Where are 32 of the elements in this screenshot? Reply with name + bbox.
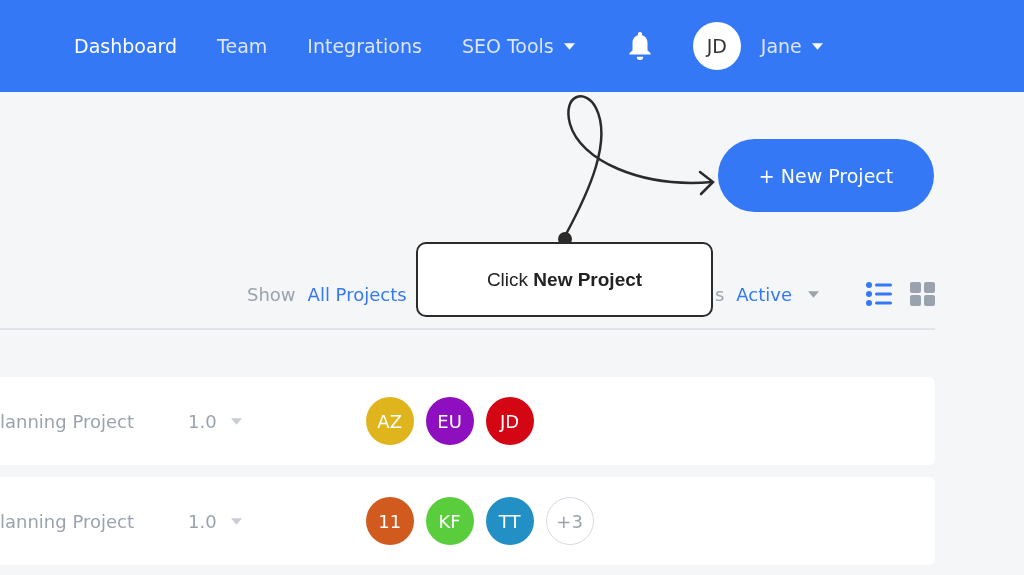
version-dropdown[interactable]: 1.0 [188, 510, 217, 532]
grid-view-icon[interactable] [910, 282, 935, 306]
project-row[interactable]: lanning Project 1.0 AZ EU JD [0, 377, 935, 465]
project-row[interactable]: lanning Project 1.0 11 KF TT +3 [0, 477, 935, 565]
version-dropdown[interactable]: 1.0 [188, 410, 217, 432]
bell-icon[interactable] [626, 31, 653, 61]
member-avatar: KF [425, 497, 474, 545]
member-avatar: TT [485, 497, 534, 545]
filter-dropdown[interactable]: All Projects [307, 283, 407, 305]
nav-link[interactable]: Integrations [307, 35, 422, 57]
member-avatar: AZ [365, 397, 414, 445]
filter-label: Show [247, 283, 296, 305]
member-avatar: EU [425, 397, 474, 445]
new-project-button[interactable]: + New Project [718, 139, 934, 212]
member-avatar: 11 [365, 497, 414, 545]
nav-link[interactable]: Team [217, 35, 268, 57]
callout-text: Click New Project [486, 268, 643, 291]
nav-link[interactable]: SEO Tools [461, 35, 575, 57]
project-name: lanning Project [0, 510, 135, 532]
filter-dropdown[interactable]: Active [736, 283, 792, 305]
more-members-badge: +3 [545, 497, 594, 545]
filter-label: s [714, 283, 725, 305]
user-avatar[interactable]: JD [692, 22, 741, 70]
caret-icon [230, 517, 242, 525]
nav-link[interactable]: Dashboard [74, 35, 178, 57]
user-menu[interactable]: Jane [760, 35, 823, 57]
caret-icon [808, 290, 819, 298]
list-view-icon[interactable] [866, 282, 892, 306]
member-avatar: JD [485, 397, 534, 445]
caret-icon [230, 417, 242, 425]
caret-icon [811, 42, 823, 50]
project-name: lanning Project [0, 410, 135, 432]
